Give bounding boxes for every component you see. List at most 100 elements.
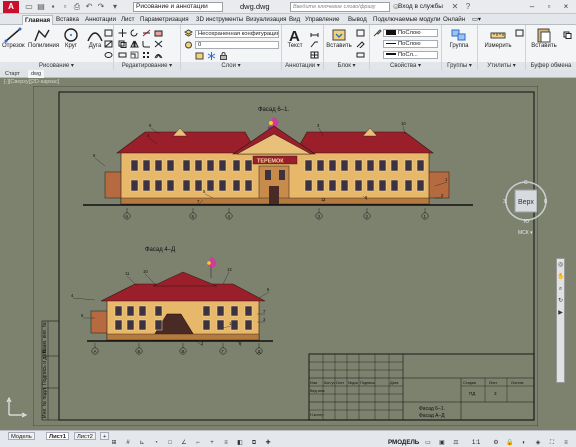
customize-icon[interactable]: ≡ xyxy=(562,440,570,447)
layer-state-select[interactable]: Несохраненная конфигурация сло ▾ xyxy=(195,30,279,38)
tab-parametric[interactable]: Параметризация xyxy=(140,15,189,25)
workspace-switch-icon[interactable]: ⚙ xyxy=(492,440,500,447)
scale-readout[interactable]: 1:1 xyxy=(472,440,480,447)
panel-utilities-title[interactable]: Утилиты ▾ xyxy=(478,62,525,70)
search-input[interactable]: Введите ключевое слово/фразу xyxy=(290,2,390,12)
ellipse-icon[interactable] xyxy=(104,51,113,59)
tab-manage[interactable]: Управление xyxy=(305,15,339,25)
grid-icon[interactable]: # xyxy=(124,440,132,447)
panel-layers-title[interactable]: Слои ▾ xyxy=(181,62,281,70)
help-icon[interactable]: ? xyxy=(463,2,473,12)
tab-layout[interactable]: Лист xyxy=(121,15,134,25)
lineweight-toggle-icon[interactable]: ≡ xyxy=(222,440,230,447)
panel-clipboard-title[interactable]: Буфер обмена xyxy=(526,62,576,70)
isolate-objects-icon[interactable]: ◐ xyxy=(520,440,528,447)
app-logo-icon[interactable]: A xyxy=(3,1,19,13)
tab-visualize[interactable]: Визуализация xyxy=(246,15,287,25)
table-icon[interactable] xyxy=(310,51,319,59)
new-file-icon[interactable]: ▭ xyxy=(24,2,34,12)
polyline-tool-button[interactable]: Полилиния xyxy=(28,27,59,55)
panel-modify-title[interactable]: Редактирование ▾ xyxy=(114,62,180,70)
copy-icon[interactable] xyxy=(118,40,127,48)
attribute-icon[interactable] xyxy=(356,51,365,59)
color-select[interactable]: ПоСлою xyxy=(383,29,438,37)
layout-tab-model[interactable]: Модель xyxy=(8,432,35,440)
circle-tool-button[interactable]: Круг xyxy=(60,27,82,55)
dyn-icon[interactable]: + xyxy=(208,440,216,447)
quick-view-drawings-icon[interactable]: ▣ xyxy=(438,440,446,447)
save-as-icon[interactable]: ▫ xyxy=(60,2,70,12)
otrack-icon[interactable]: ∠ xyxy=(180,440,188,447)
arc-tool-button[interactable]: Дуга xyxy=(84,27,106,55)
snap-icon[interactable]: ⊞ xyxy=(110,440,118,447)
file-tab-start[interactable]: Старт xyxy=(2,70,23,78)
fillet-icon[interactable] xyxy=(142,40,151,48)
panel-annotation-title[interactable]: Аннотации ▾ xyxy=(282,62,323,70)
scale-icon[interactable] xyxy=(130,51,139,59)
panel-draw-title[interactable]: Рисование ▾ xyxy=(0,62,113,70)
ucs-menu[interactable]: МСК ▾ xyxy=(518,230,533,236)
current-layer-select[interactable]: 0 xyxy=(195,41,279,49)
clean-screen-icon[interactable]: ⛶ xyxy=(548,440,556,447)
quick-view-layouts-icon[interactable]: ▭ xyxy=(424,440,432,447)
panel-block-title[interactable]: Блок ▾ xyxy=(324,62,369,70)
layer-freeze-icon[interactable] xyxy=(207,52,216,60)
ribbon-toggle-icon[interactable]: ▭▾ xyxy=(472,15,481,25)
tab-view[interactable]: Вид xyxy=(289,15,300,25)
close-icon[interactable]: × xyxy=(558,0,574,13)
paste-button[interactable]: Вставить xyxy=(530,27,558,55)
copy-clip-icon[interactable] xyxy=(563,31,572,39)
viewcube[interactable]: Верх С Ю З В xyxy=(503,178,549,224)
mirror-icon[interactable] xyxy=(130,40,139,48)
signin-link[interactable]: Вход в службы xyxy=(398,2,443,12)
hardware-acceleration-icon[interactable]: ◈ xyxy=(534,440,542,447)
selection-cycling-icon[interactable]: ⧉ xyxy=(250,440,258,447)
create-block-icon[interactable] xyxy=(356,29,365,37)
insert-block-button[interactable]: Вставить xyxy=(326,27,352,55)
save-icon[interactable]: ▪ xyxy=(48,2,58,12)
linetype-select[interactable]: ПоСлою xyxy=(383,40,438,48)
offset-icon[interactable] xyxy=(154,51,163,59)
layer-properties-icon[interactable] xyxy=(184,29,193,37)
layer-isolate-icon[interactable] xyxy=(195,52,204,60)
trim-icon[interactable] xyxy=(142,29,151,37)
dimension-icon[interactable] xyxy=(310,29,319,37)
tab-insert[interactable]: Вставка xyxy=(56,15,79,25)
osnap-icon[interactable]: □ xyxy=(166,440,174,447)
move-icon[interactable] xyxy=(118,29,127,37)
workspace-select[interactable]: Рисование и аннотации xyxy=(133,2,223,12)
line-tool-button[interactable]: Отрезок xyxy=(2,27,25,55)
text-tool-button[interactable]: A Текст xyxy=(284,27,306,55)
erase-icon[interactable] xyxy=(154,29,163,37)
layer-lock-icon[interactable] xyxy=(219,52,228,60)
annotation-monitor-icon[interactable]: ✚ xyxy=(264,440,272,447)
maximize-icon[interactable]: ▫ xyxy=(541,0,557,13)
minimize-icon[interactable]: – xyxy=(524,0,540,13)
explode-icon[interactable] xyxy=(154,40,163,48)
tab-online[interactable]: Онлайн xyxy=(443,15,465,25)
zoom-icon[interactable]: ⌕ xyxy=(557,285,564,293)
ducs-icon[interactable]: ⌐ xyxy=(194,440,202,447)
print-icon[interactable]: ⎙ xyxy=(72,2,82,12)
leader-icon[interactable] xyxy=(310,40,319,48)
pan-icon[interactable]: ✋ xyxy=(557,273,564,281)
steering-wheel-icon[interactable]: ◎ xyxy=(557,261,564,269)
open-file-icon[interactable]: ▤ xyxy=(36,2,46,12)
orbit-icon[interactable]: ↻ xyxy=(557,297,564,305)
rectangle-icon[interactable] xyxy=(104,29,113,37)
tab-plugins[interactable]: Подключаемые модули xyxy=(373,15,440,25)
viewport-controls[interactable]: [-][Сверху][2D-каркас] xyxy=(4,79,59,85)
measure-button[interactable]: Измерить xyxy=(483,27,513,55)
rotate-icon[interactable] xyxy=(130,29,139,37)
tab-output[interactable]: Вывод xyxy=(348,15,367,25)
redo-icon[interactable]: ↷ xyxy=(96,2,106,12)
hatch-icon[interactable] xyxy=(104,40,113,48)
tab-annotate[interactable]: Аннотации xyxy=(85,15,116,25)
exchange-icon[interactable]: ✕ xyxy=(450,2,460,12)
lock-ui-icon[interactable]: 🔒 xyxy=(506,440,514,447)
calculator-icon[interactable] xyxy=(515,29,524,37)
add-layout-button[interactable]: + xyxy=(100,432,110,440)
panel-groups-title[interactable]: Группы ▾ xyxy=(442,62,477,70)
lineweight-select[interactable]: ПоСл... xyxy=(383,51,438,59)
showmotion-icon[interactable]: ▶ xyxy=(557,309,564,317)
